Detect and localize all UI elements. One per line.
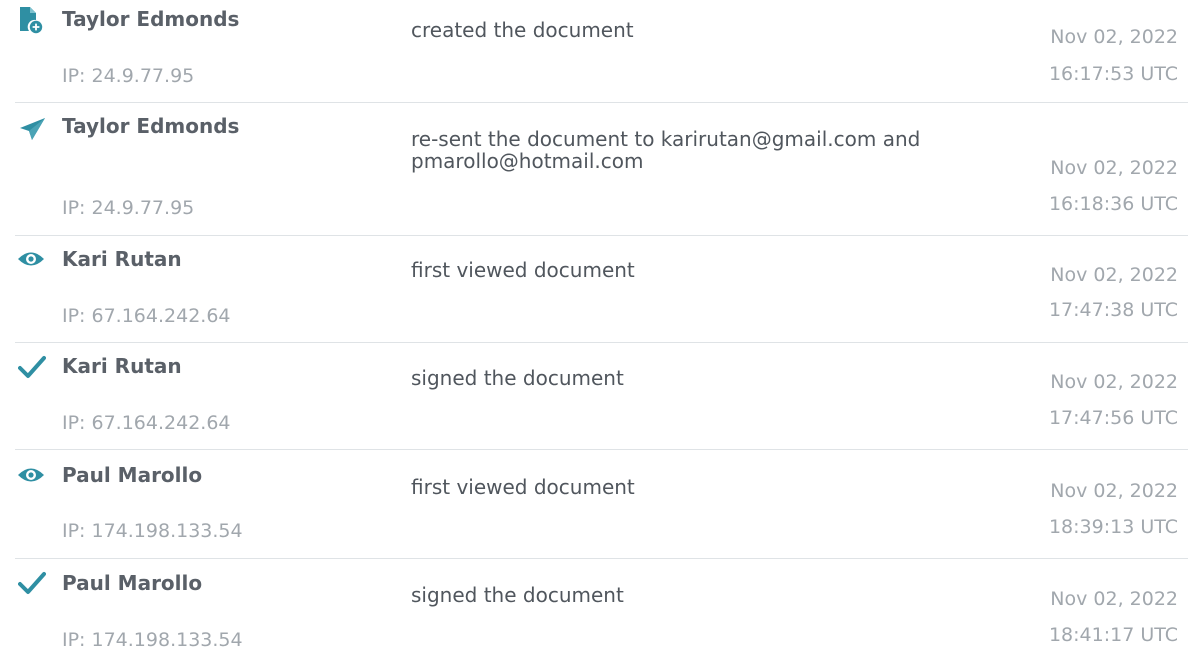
actor-ip: IP: 174.198.133.54 [62, 629, 243, 651]
event-date: Nov 02, 2022 [1050, 588, 1178, 610]
event-date: Nov 02, 2022 [1050, 371, 1178, 393]
event-date: Nov 02, 2022 [1050, 480, 1178, 502]
event-action: signed the document [411, 583, 624, 607]
eye-icon [16, 249, 46, 279]
event-action: first viewed document [411, 258, 635, 282]
actor-name: Kari Rutan [62, 354, 182, 378]
checkmark-icon [18, 355, 48, 385]
event-date: Nov 02, 2022 [1050, 264, 1178, 286]
event-time: 16:18:36 UTC [1048, 193, 1178, 215]
event-time: 16:17:53 UTC [1048, 63, 1178, 85]
actor-ip: IP: 24.9.77.95 [62, 65, 195, 87]
paper-plane-icon [18, 116, 48, 146]
document-add-icon [18, 6, 48, 36]
actor-name: Paul Marollo [62, 571, 203, 595]
eye-icon [16, 465, 46, 495]
audit-trail: Taylor Edmonds IP: 24.9.77.95 created th… [0, 0, 1201, 659]
actor-ip: IP: 67.164.242.64 [62, 412, 231, 434]
actor-name: Taylor Edmonds [62, 7, 240, 31]
checkmark-icon [18, 571, 48, 601]
event-action: re-sent the document to karirutan@gmail.… [411, 127, 921, 173]
audit-event: Taylor Edmonds IP: 24.9.77.95 created th… [0, 0, 1188, 102]
actor-name: Paul Marollo [62, 463, 203, 487]
actor-name: Kari Rutan [62, 247, 182, 271]
event-time: 18:39:13 UTC [1048, 516, 1178, 538]
actor-ip: IP: 67.164.242.64 [62, 305, 231, 327]
event-action: created the document [411, 18, 634, 42]
audit-event: Kari Rutan IP: 67.164.242.64 signed the … [0, 343, 1188, 449]
actor-ip: IP: 24.9.77.95 [62, 197, 195, 219]
event-time: 18:41:17 UTC [1048, 624, 1178, 646]
event-date: Nov 02, 2022 [1050, 157, 1178, 179]
actor-name: Taylor Edmonds [62, 114, 240, 138]
audit-event: Taylor Edmonds IP: 24.9.77.95 re-sent th… [0, 103, 1188, 235]
event-action: signed the document [411, 366, 624, 390]
event-date: Nov 02, 2022 [1050, 26, 1178, 48]
event-time: 17:47:56 UTC [1048, 407, 1178, 429]
audit-event: Paul Marollo IP: 174.198.133.54 first vi… [0, 450, 1188, 558]
audit-event: Kari Rutan IP: 67.164.242.64 first viewe… [0, 236, 1188, 342]
actor-ip: IP: 174.198.133.54 [62, 520, 243, 542]
event-action: first viewed document [411, 475, 635, 499]
event-time: 17:47:38 UTC [1048, 299, 1178, 321]
audit-event: Paul Marollo IP: 174.198.133.54 signed t… [0, 559, 1188, 659]
